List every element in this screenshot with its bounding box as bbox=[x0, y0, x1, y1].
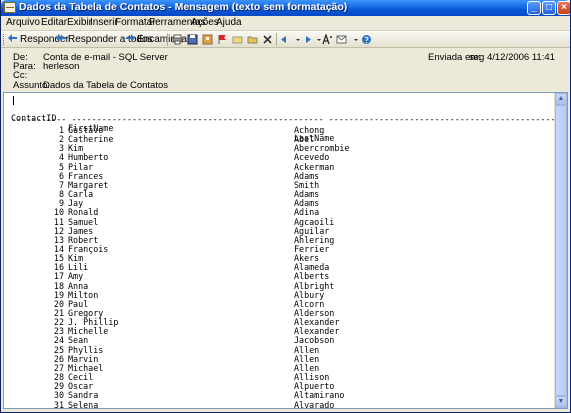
menu-acoes[interactable]: Ações bbox=[191, 17, 219, 28]
more-options-icon[interactable] bbox=[350, 34, 361, 45]
reply-icon bbox=[8, 33, 18, 43]
vertical-scrollbar[interactable]: ▲ ▼ bbox=[554, 93, 567, 408]
toolbar-grip[interactable] bbox=[3, 34, 5, 45]
window-title: Dados da Tabela de Contatos - Mensagem (… bbox=[19, 1, 348, 13]
next-item-icon[interactable] bbox=[301, 34, 312, 45]
title-bar[interactable]: Dados da Tabela de Contatos - Mensagem (… bbox=[1, 0, 570, 16]
minimize-button[interactable]: _ bbox=[527, 1, 541, 15]
email-message-window: Dados da Tabela de Contatos - Mensagem (… bbox=[0, 0, 571, 413]
toolbar-separator bbox=[276, 33, 277, 46]
address-book-icon[interactable] bbox=[202, 34, 213, 45]
scrollbar-thumb[interactable] bbox=[555, 105, 567, 396]
save-icon[interactable] bbox=[187, 34, 198, 45]
categorize-icon[interactable] bbox=[232, 34, 243, 45]
menu-bar: Arquivo Editar Exibir Inserir Formatar F… bbox=[1, 16, 570, 31]
scroll-up-button[interactable]: ▲ bbox=[555, 93, 567, 105]
menu-arquivo[interactable]: Arquivo bbox=[6, 17, 40, 28]
subject-value: Dados da Tabela de Contatos bbox=[43, 80, 168, 91]
cell-firstname: Selena bbox=[68, 399, 99, 409]
menu-ajuda[interactable]: Ajuda bbox=[216, 17, 242, 28]
print-icon[interactable] bbox=[172, 34, 183, 45]
cell-contactid: 31 bbox=[53, 399, 64, 409]
cell-lastname: Alvarado bbox=[294, 399, 335, 409]
table-separator: ----------- ----------------------------… bbox=[11, 114, 568, 124]
table-header: ContactID FirstName LastName bbox=[11, 103, 334, 143]
menu-editar[interactable]: Editar bbox=[41, 17, 67, 28]
close-button[interactable]: × bbox=[557, 1, 570, 15]
scroll-down-button[interactable]: ▼ bbox=[555, 396, 567, 408]
previous-item-icon[interactable] bbox=[280, 34, 291, 45]
help-icon[interactable] bbox=[361, 34, 372, 45]
message-body[interactable]: ContactID FirstName LastName -----------… bbox=[3, 92, 568, 409]
maximize-button[interactable]: □ bbox=[542, 1, 556, 15]
flag-icon[interactable] bbox=[217, 34, 228, 45]
standard-toolbar: Responder Responder a todos Encaminhar bbox=[1, 31, 570, 48]
forward-icon bbox=[125, 33, 135, 43]
message-options-icon[interactable] bbox=[336, 34, 347, 45]
to-value[interactable]: herleson bbox=[43, 61, 79, 72]
message-header: De: Conta de e-mail - SQL Server Para: h… bbox=[1, 48, 570, 92]
font-size-icon[interactable] bbox=[322, 33, 333, 45]
message-icon bbox=[4, 2, 16, 13]
menu-exibir[interactable]: Exibir bbox=[67, 17, 92, 28]
delete-icon[interactable] bbox=[262, 34, 273, 45]
move-to-folder-icon[interactable] bbox=[247, 34, 258, 45]
menu-inserir[interactable]: Inserir bbox=[90, 17, 118, 28]
toolbar-separator bbox=[167, 33, 168, 46]
reply-all-icon bbox=[56, 33, 66, 43]
sent-value: seg 4/12/2006 11:41 bbox=[469, 52, 555, 63]
